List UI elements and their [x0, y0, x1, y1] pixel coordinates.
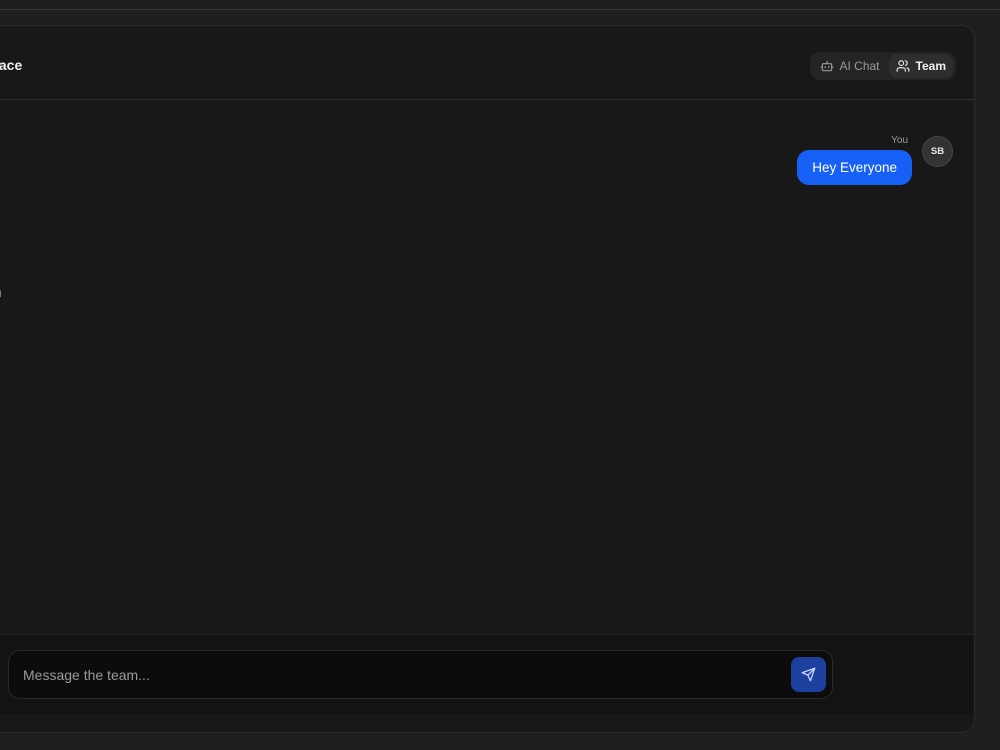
- page-title: erface: [0, 57, 23, 73]
- timestamp-fragment: AN: [0, 289, 1, 299]
- ai-chat-label: AI Chat: [839, 59, 880, 73]
- team-label: Team: [915, 59, 946, 73]
- message-input[interactable]: [23, 651, 783, 698]
- top-divider: [0, 0, 1000, 10]
- ai-chat-tab[interactable]: AI Chat: [813, 54, 887, 78]
- send-button[interactable]: [791, 657, 826, 692]
- message-composer: [8, 650, 833, 699]
- users-icon: [896, 59, 910, 73]
- chat-window: erface AI Chat: [0, 25, 975, 733]
- mode-switch: AI Chat Team: [809, 52, 956, 80]
- team-tab[interactable]: Team: [888, 54, 953, 78]
- message-list: AN You Hey Everyone SB: [0, 101, 974, 635]
- bot-icon: [820, 59, 834, 73]
- message-bubble: Hey Everyone: [797, 150, 912, 185]
- scrollbar[interactable]: [996, 25, 1000, 725]
- send-icon: [801, 667, 816, 682]
- composer-bar: [0, 634, 974, 714]
- avatar: SB: [922, 136, 953, 167]
- chat-header: erface AI Chat: [0, 26, 974, 100]
- message-sender: You: [891, 135, 908, 146]
